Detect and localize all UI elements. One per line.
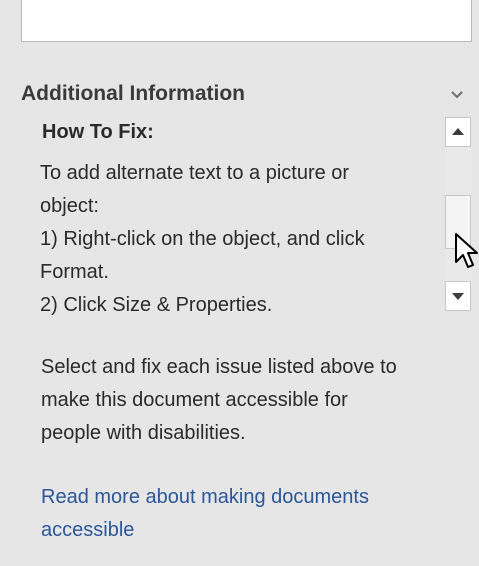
how-to-fix-pane: How To Fix: To add alternate text to a p… [34,114,476,320]
read-more-link[interactable]: accessible [41,519,134,542]
scroll-down-button[interactable] [445,281,471,311]
scroll-track[interactable] [445,147,471,281]
read-more-link[interactable]: Read more about making documents [41,486,369,509]
how-to-fix-scrollbar[interactable] [445,117,473,311]
how-to-fix-heading: How To Fix: [42,121,154,143]
additional-information-header[interactable]: Additional Information [0,78,479,112]
scroll-up-arrow-icon [452,128,464,135]
how-to-fix-line: Format. [40,261,109,283]
summary-line: make this document accessible for [41,389,348,411]
how-to-fix-line: 1) Right-click on the object, and click [40,228,365,250]
how-to-fix-line: 2) Click Size & Properties. [40,294,273,316]
scroll-thumb[interactable] [445,195,471,249]
previous-section-box [21,0,472,42]
how-to-fix-line: object: [40,195,99,217]
how-to-fix-line: To add alternate text to a picture or [40,162,350,184]
chevron-down-icon[interactable] [446,84,468,106]
summary-line: Select and fix each issue listed above t… [41,356,397,378]
section-title: Additional Information [21,82,245,105]
summary-line: people with disabilities. [41,422,246,444]
scroll-up-button[interactable] [445,117,471,147]
scroll-down-arrow-icon [452,293,464,300]
